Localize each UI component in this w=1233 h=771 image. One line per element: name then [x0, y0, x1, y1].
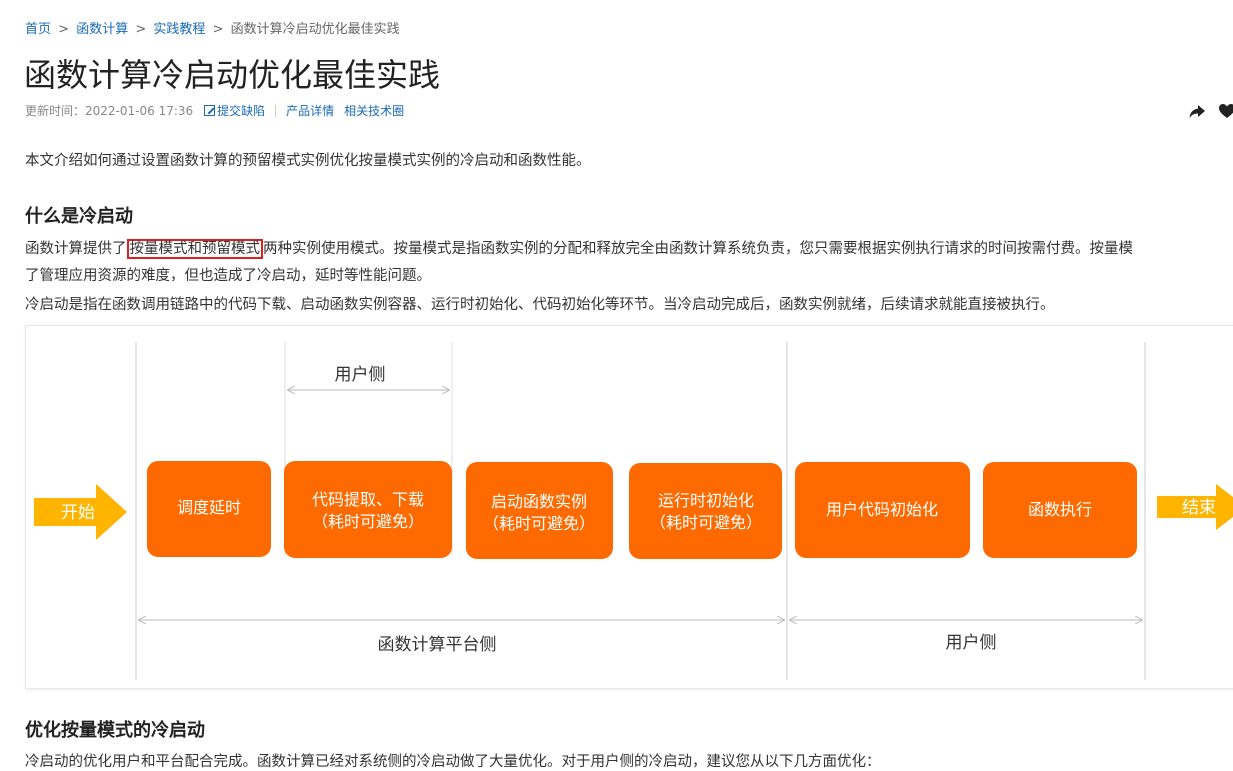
breadcrumb-separator: >	[58, 22, 70, 37]
intro-paragraph: 本文介绍如何通过设置函数计算的预留模式实例优化按量模式实例的冷启动和函数性能。	[25, 153, 591, 169]
highlighted-term: 按量模式和预留模式	[126, 239, 263, 259]
step-label: 函数执行	[1028, 500, 1092, 519]
paragraph-text: 函数计算提供了	[25, 241, 127, 257]
update-time: 更新时间：2022-01-06 17:36	[25, 104, 194, 118]
article-meta: 更新时间：2022-01-06 17:36 提交缺陷 产品详情 相关技术圈	[25, 102, 404, 119]
step-label: 调度延时	[177, 498, 241, 517]
divider	[275, 104, 277, 117]
report-defect-link[interactable]: 提交缺陷	[217, 102, 265, 119]
end-label: 结束	[1182, 498, 1216, 518]
breadcrumb: 首页 > 函数计算 > 实践教程 > 函数计算冷启动优化最佳实践	[25, 18, 400, 37]
step-box-runtime-init	[629, 463, 782, 559]
breadcrumb-tutorial[interactable]: 实践教程	[153, 22, 205, 37]
step-label: 用户代码初始化	[826, 500, 938, 519]
section-heading-optimize: 优化按量模式的冷启动	[25, 720, 205, 741]
page-title: 函数计算冷启动优化最佳实践	[24, 56, 441, 94]
user-side-top-label: 用户侧	[335, 365, 386, 385]
platform-side-label: 函数计算平台侧	[378, 635, 497, 655]
step-sublabel: （耗时可避免）	[312, 512, 424, 531]
step-label: 代码提取、下载	[312, 490, 424, 509]
share-icon[interactable]	[1187, 101, 1207, 121]
paragraph-optimize: 冷启动的优化用户和平台配合完成。函数计算已经对系统侧的冷启动做了大量优化。对于用…	[25, 754, 881, 770]
breadcrumb-current: 函数计算冷启动优化最佳实践	[230, 22, 400, 37]
product-details-link[interactable]: 产品详情	[286, 102, 334, 119]
diagram-canvas: 用户侧 开始 结束 调度延时 代码提取、下载 （耗时可避免） 启动函数实例 （耗…	[34, 342, 1233, 680]
user-side-bottom-label: 用户侧	[946, 633, 997, 653]
start-label: 开始	[61, 503, 95, 523]
step-label: 启动函数实例	[491, 492, 587, 511]
breadcrumb-function-compute[interactable]: 函数计算	[76, 22, 128, 37]
breadcrumb-separator: >	[212, 22, 224, 37]
heart-icon[interactable]	[1218, 102, 1233, 120]
edit-icon	[204, 105, 216, 116]
cold-start-diagram: 用户侧 开始 结束 调度延时 代码提取、下载 （耗时可避免） 启动函数实例 （耗…	[25, 325, 1233, 689]
paragraph-continuation: 了管理应用资源的难度，但也造成了冷启动，延时等性能问题。	[25, 268, 431, 284]
step-sublabel: （耗时可避免）	[483, 514, 595, 533]
step-sublabel: （耗时可避免）	[650, 513, 762, 532]
step-label: 运行时初始化	[658, 491, 754, 510]
paragraph-cold-start-definition: 冷启动是指在函数调用链路中的代码下载、启动函数实例容器、运行时初始化、代码初始化…	[25, 297, 1055, 313]
breadcrumb-home[interactable]: 首页	[25, 22, 51, 37]
breadcrumb-separator: >	[135, 22, 147, 37]
paragraph-text: 两种实例使用模式。按量模式是指函数实例的分配和释放完全由函数计算系统负责，您只需…	[263, 241, 1133, 257]
paragraph-instance-modes: 函数计算提供了 按量模式和预留模式 两种实例使用模式。按量模式是指函数实例的分配和释…	[25, 237, 1133, 259]
section-heading-cold-start: 什么是冷启动	[25, 206, 133, 227]
tech-circle-link[interactable]: 相关技术圈	[344, 102, 404, 119]
step-box-code-download	[284, 461, 452, 558]
